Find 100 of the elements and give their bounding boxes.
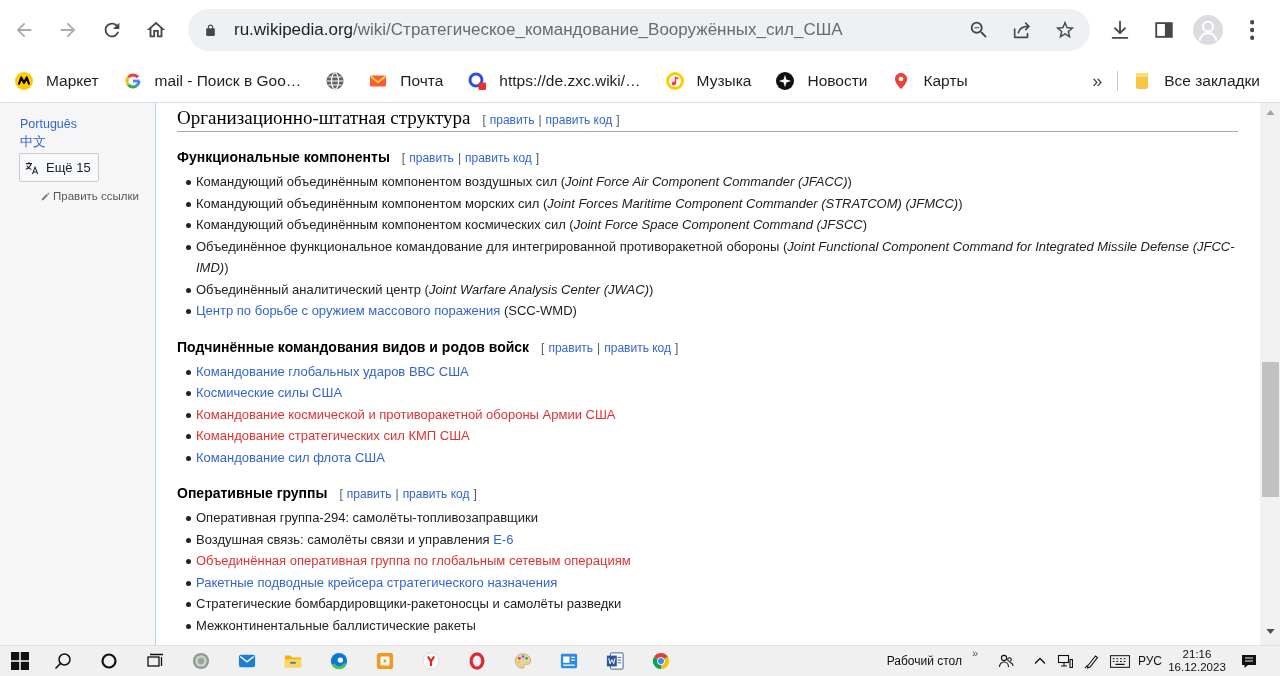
edit-link[interactable]: править код [604,340,672,355]
bullet-icon [186,309,191,314]
menu-icon [1249,20,1255,40]
download-icon [1109,19,1131,41]
palette-icon [514,652,532,670]
translate-icon [25,160,39,175]
bullet-icon [186,201,191,207]
input-language[interactable]: РУС [1134,646,1166,676]
bookmark[interactable]: https://de.zxc.wiki/… [461,66,648,96]
edit-bracket: [ [482,113,486,127]
round-app-icon [192,652,210,670]
desktop-toolbar-label[interactable]: Рабочий стол [886,654,962,668]
scroll-down-arrow-icon[interactable] [1265,629,1275,634]
toolbar-overflow-button[interactable]: » [968,647,982,659]
edit-link[interactable]: править код [402,487,470,501]
edit-bracket: ] [616,113,620,127]
sparkle-logo-icon [776,72,795,90]
ring-badge-logo-icon [468,72,487,90]
edit-bracket: [ [541,340,545,355]
edit-links-link[interactable]: Править ссылки [41,188,139,204]
edit-link[interactable]: править [346,487,392,501]
mail-icon [238,652,256,670]
pencil-icon [41,191,50,201]
link[interactable]: Ракетные подводные крейсера стратегического назначения [196,571,558,593]
list-item-text: Командующий объединённым компонентом морских сил (Joint Forces Maritime Component Commander (STRATCOM) (JFMCC)) [196,194,963,213]
zoom-out-icon [968,19,990,41]
edit-link[interactable]: править код [465,151,532,165]
segmented-circle-logo-icon [652,652,670,670]
window-app-icon [560,652,578,670]
list-item-text: Центр по борьбе с оружием массового поражения (SCC-WMD) [196,302,577,320]
list-item-text: Стратегические бомбардировщики-ракетоносцы и самолёты разведки [196,595,622,613]
edit-separator: | [457,151,461,165]
subsection-heading: Функциональные компоненты [177,148,390,167]
edit-link[interactable]: править [548,340,594,355]
edit-bracket: ] [675,340,679,355]
list-item-text: Межконтинентальные баллистические ракеты [196,616,476,635]
edit-separator: | [395,487,399,501]
list-item-text: Воздушная связь: самолёты связи и управления E-6 [196,530,514,549]
star-icon [1054,19,1076,41]
keyboard-icon [1110,654,1130,668]
bookmarks-overflow-button[interactable]: » [1085,66,1110,96]
bullet-icon [186,455,191,461]
ring-icon [100,652,118,670]
globe-icon [326,72,345,90]
bullet-icon [186,287,191,293]
link[interactable]: Объединённая оперативная группа по глобальным сетевым операциям [196,550,631,572]
edit-bracket: [ [339,487,343,501]
edit-bracket: ] [473,487,477,501]
bookmark[interactable]: Почта [362,66,451,96]
bullet-icon [186,559,191,564]
y-shape-logo-icon [422,652,440,670]
people-icon [998,653,1014,669]
lock-icon [204,22,217,38]
edit-separator: | [538,113,542,127]
ring-logo-icon [123,72,142,90]
link[interactable]: Командование стратегических сил КМП США [196,425,470,447]
bookmark[interactable]: mail - Поиск в Goo… [116,66,309,96]
all-bookmarks-button[interactable]: Все закладки [1126,66,1267,96]
windows-logo-icon [11,652,29,670]
clock[interactable]: 21:16 16.12.2023 [1166,646,1228,676]
link[interactable]: Центр по борьбе с оружием массового поражения [196,303,501,318]
edit-bracket: ] [535,151,540,165]
edit-link[interactable]: править [489,113,535,127]
bullet-icon [186,223,191,228]
bullet-icon [186,580,191,586]
link[interactable]: Космические силы США [196,382,343,404]
language-link[interactable]: Português [20,115,77,133]
pen-icon [1084,653,1100,669]
ring-logo-icon [468,652,486,670]
edit-separator: | [597,340,601,355]
music-note-icon [665,72,684,90]
edit-link[interactable]: править код [545,113,613,127]
monitor-icon [1057,653,1073,669]
bullet-icon [186,602,191,607]
bullet-icon [186,623,191,629]
more-languages-button[interactable]: Ещё 15 [19,153,99,182]
bookmark[interactable]: Музыка [658,66,759,96]
bullet-icon [186,391,191,396]
bookmark[interactable]: Маркет [8,66,106,96]
section-heading: Организационно-штатная структура [177,106,471,130]
bookmark[interactable]: Карты [885,66,975,96]
document-app-icon [606,652,624,670]
url-text[interactable]: ru.wikipedia.org/wiki/Стратегическое_командование_Вооружённых_сил_США [234,20,954,40]
scrollbar-thumb[interactable] [1261,362,1279,497]
subsection-heading: Подчинённые командования видов и родов войск [177,337,530,357]
bookmark[interactable]: Новости [769,66,875,96]
list-item-text: Командующий объединённым компонентом воздушных сил (Joint Force Air Component Commander (JFACC)) [196,173,852,191]
bullet-icon [186,516,191,521]
player-app-icon [376,652,394,670]
link[interactable]: Командование космической и противоракетной обороны Армии США [196,403,616,425]
bullet-icon [186,244,191,250]
bullet-icon [186,412,191,418]
language-link[interactable]: 中文 [20,133,46,151]
edit-link[interactable]: править [409,151,454,165]
link[interactable]: Командование сил флота США [196,446,385,468]
subsection-heading: Оперативные группы [177,484,328,503]
address-bar[interactable]: ru.wikipedia.org/wiki/Стратегическое_командование_Вооружённых_сил_США [188,9,1090,51]
link[interactable]: E-6 [493,531,514,547]
list-item-text: Объединённый аналитический центр (Joint Warfare Analysis Center (JWAC)) [196,280,654,299]
link[interactable]: Командование глобальных ударов ВВС США [196,360,469,382]
